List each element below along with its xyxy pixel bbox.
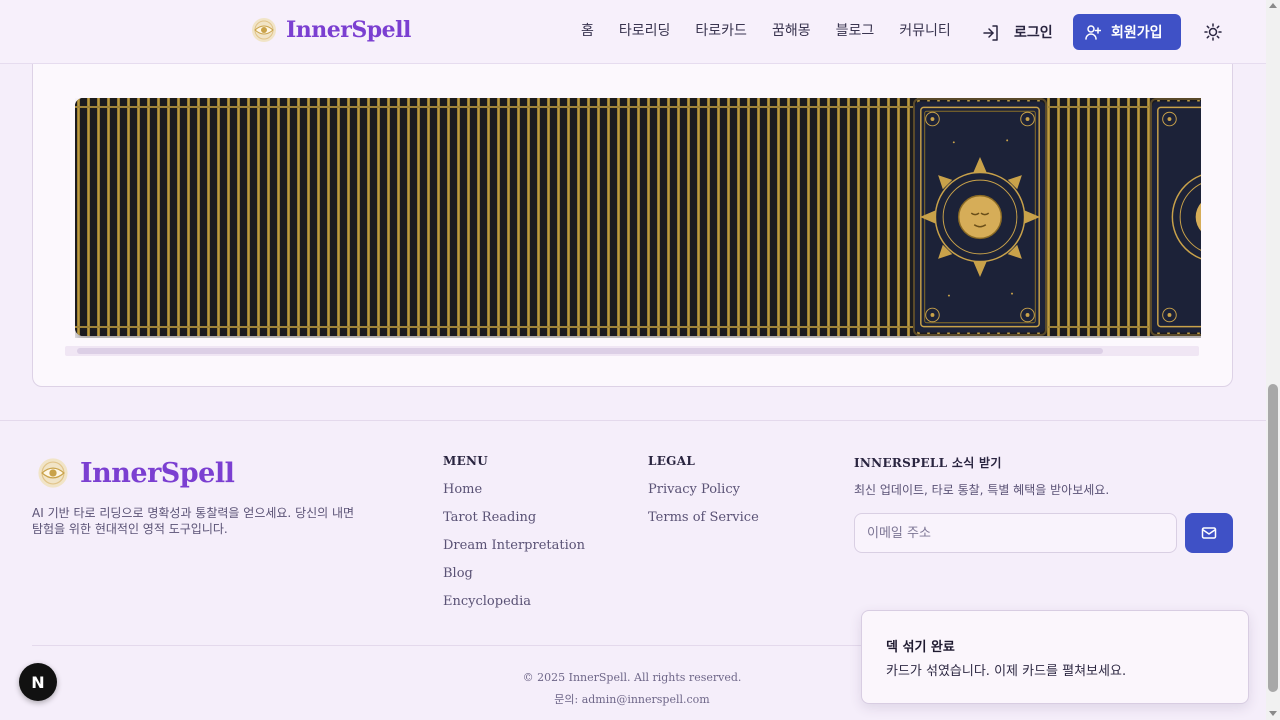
deck-panel (32, 40, 1233, 387)
eye-sun-logo-icon (252, 18, 276, 42)
main-nav: 홈 타로리딩 타로카드 꿈해몽 블로그 커뮤니티 (581, 20, 976, 40)
login-icon[interactable] (982, 24, 1000, 42)
scroll-up-arrow-icon[interactable] (1269, 3, 1277, 8)
nav-home[interactable]: 홈 (581, 20, 594, 40)
page-scroll-thumb[interactable] (1268, 384, 1278, 692)
card-deck (75, 98, 1201, 336)
email-input[interactable] (854, 513, 1177, 553)
login-link[interactable]: 로그인 (1014, 22, 1053, 42)
user-plus-icon (1085, 25, 1101, 40)
newsletter-title: INNERSPELL 소식 받기 (854, 456, 1002, 470)
tarot-card-back[interactable] (1150, 98, 1201, 336)
footer-brand-name: InnerSpell (80, 457, 235, 489)
footer-link-dream[interactable]: Dream Interpretation (443, 538, 585, 553)
footer-link-privacy[interactable]: Privacy Policy (648, 482, 740, 497)
deck-scroll-area[interactable] (75, 98, 1201, 338)
subscribe-button[interactable] (1185, 513, 1233, 553)
mail-icon (1201, 527, 1217, 539)
footer-link-home[interactable]: Home (443, 482, 482, 497)
footer-divider (0, 420, 1266, 421)
tarot-card-back[interactable] (913, 98, 1047, 336)
deck-horizontal-scrollbar[interactable] (65, 346, 1199, 356)
footer-link-blog[interactable]: Blog (443, 566, 473, 581)
deck-scroll-thumb[interactable] (77, 348, 1103, 354)
footer-link-terms[interactable]: Terms of Service (648, 510, 759, 525)
footer-brand[interactable]: InnerSpell (36, 456, 235, 490)
nextjs-dev-badge[interactable]: N (19, 663, 57, 701)
scroll-down-arrow-icon[interactable] (1269, 711, 1277, 716)
nav-dream[interactable]: 꿈해몽 (772, 20, 811, 40)
footer-link-encyclopedia[interactable]: Encyclopedia (443, 594, 531, 609)
brand-name: InnerSpell (286, 17, 411, 43)
nav-tarot-reading[interactable]: 타로리딩 (619, 20, 671, 40)
signup-label: 회원가입 (1111, 25, 1163, 41)
footer-description: AI 기반 타로 리딩으로 명확성과 통찰력을 얻으세요. 당신의 내면 탐험을… (32, 506, 355, 536)
sun-icon[interactable] (1204, 23, 1222, 41)
toast-message: 카드가 섞였습니다. 이제 카드를 펼쳐보세요. (886, 664, 1127, 679)
nav-community[interactable]: 커뮤니티 (899, 20, 951, 40)
footer-link-tarot-reading[interactable]: Tarot Reading (443, 510, 536, 525)
toast-title: 덱 섞기 완료 (886, 640, 955, 655)
header-brand[interactable]: InnerSpell (250, 16, 411, 44)
page-vertical-scrollbar[interactable] (1266, 0, 1280, 720)
nav-tarot-cards[interactable]: 타로카드 (695, 20, 747, 40)
nav-blog[interactable]: 블로그 (836, 20, 875, 40)
badge-letter: N (31, 672, 45, 692)
newsletter-description: 최신 업데이트, 타로 통찰, 특별 혜택을 받아보세요. (854, 483, 1110, 497)
legal-title: LEGAL (648, 454, 696, 468)
signup-button[interactable]: 회원가입 (1073, 14, 1181, 50)
site-header: InnerSpell 홈 타로리딩 타로카드 꿈해몽 블로그 커뮤니티 로그인 … (0, 0, 1266, 64)
toast-notification: 덱 섞기 완료 카드가 섞였습니다. 이제 카드를 펼쳐보세요. (861, 610, 1249, 704)
menu-title: MENU (443, 454, 489, 468)
eye-sun-logo-icon (38, 458, 68, 488)
